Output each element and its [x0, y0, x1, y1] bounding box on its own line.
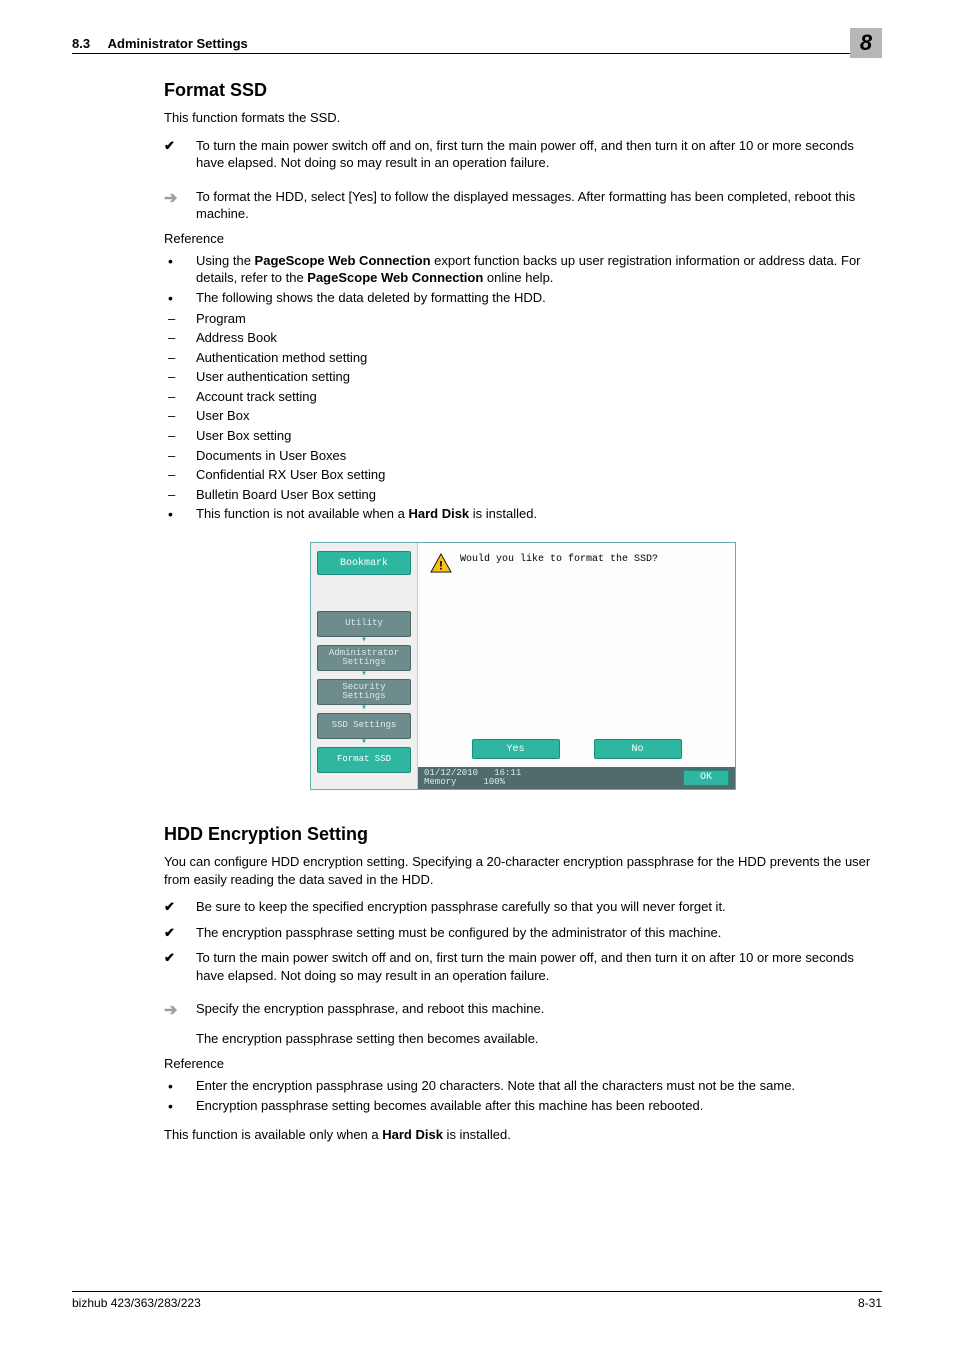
footer-page-number: 8-31 [858, 1296, 882, 1310]
s2-check1: Be sure to keep the specified encryption… [196, 898, 882, 916]
dash-icon [164, 466, 196, 484]
no-button[interactable]: No [594, 739, 682, 759]
arrow-icon [164, 188, 196, 223]
s2-after-arrow: The encryption passphrase setting then b… [196, 1030, 882, 1048]
page-footer: bizhub 423/363/283/223 8-31 [72, 1291, 882, 1310]
s1-check1: To turn the main power switch off and on… [196, 137, 882, 172]
intro-text-s2: You can configure HDD encryption setting… [164, 853, 882, 888]
ok-button[interactable]: OK [683, 770, 729, 786]
yes-button[interactable]: Yes [472, 739, 560, 759]
s1-arrow1: To format the HDD, select [Yes] to follo… [196, 188, 882, 223]
status-memory-label: Memory [424, 777, 456, 787]
bookmark-button[interactable]: Bookmark [317, 551, 411, 575]
s2-check2: The encryption passphrase setting must b… [196, 924, 882, 942]
chevron-down-icon: ▾ [317, 739, 411, 747]
s1-d1: Program [196, 310, 882, 328]
chevron-down-icon: ▾ [317, 671, 411, 679]
confirm-prompt: Would you like to format the SSD? [460, 553, 658, 565]
bullet-icon [164, 1097, 196, 1116]
arrow-icon [164, 1000, 196, 1022]
dash-icon [164, 407, 196, 425]
bullet-icon [164, 252, 196, 287]
check-icon [164, 949, 196, 984]
s1-ref1: Using the PageScope Web Connection expor… [196, 252, 882, 287]
crumb-ssd-settings[interactable]: SSD Settings [317, 713, 411, 739]
crumb-utility[interactable]: Utility [317, 611, 411, 637]
warning-icon: ! [430, 553, 452, 573]
s1-d8: Documents in User Boxes [196, 447, 882, 465]
check-icon [164, 898, 196, 916]
dash-icon [164, 349, 196, 367]
s2-arrow1: Specify the encryption passphrase, and r… [196, 1000, 882, 1022]
s2-ref2: Encryption passphrase setting becomes av… [196, 1097, 882, 1116]
status-memory-value: 100% [483, 777, 505, 787]
footer-model: bizhub 423/363/283/223 [72, 1296, 201, 1310]
heading-format-ssd: Format SSD [164, 80, 882, 101]
heading-hdd-encryption: HDD Encryption Setting [164, 824, 882, 845]
crumb-security-settings[interactable]: Security Settings [317, 679, 411, 705]
intro-text-s1: This function formats the SSD. [164, 109, 882, 127]
check-icon [164, 924, 196, 942]
dash-icon [164, 368, 196, 386]
s1-ref2: The following shows the data deleted by … [196, 289, 882, 308]
bullet-icon [164, 505, 196, 524]
s2-check3: To turn the main power switch off and on… [196, 949, 882, 984]
header-section-title: Administrator Settings [108, 36, 248, 51]
s1-d5: Account track setting [196, 388, 882, 406]
reference-label-s1: Reference [164, 231, 882, 246]
header-section-number: 8.3 [72, 36, 90, 51]
dash-icon [164, 427, 196, 445]
dash-icon [164, 486, 196, 504]
dash-icon [164, 310, 196, 328]
breadcrumb-sidebar: Bookmark Utility ▾ Administrator Setting… [311, 543, 417, 789]
chapter-badge: 8 [850, 28, 882, 58]
bullet-icon [164, 289, 196, 308]
chevron-down-icon: ▾ [317, 637, 411, 645]
s1-d4: User authentication setting [196, 368, 882, 386]
bullet-icon [164, 1077, 196, 1096]
reference-label-s2: Reference [164, 1056, 882, 1071]
chevron-down-icon: ▾ [317, 705, 411, 713]
page-header: 8.3 Administrator Settings [72, 36, 882, 54]
s2-ref1: Enter the encryption passphrase using 20… [196, 1077, 882, 1096]
s1-d10: Bulletin Board User Box setting [196, 486, 882, 504]
s1-d7: User Box setting [196, 427, 882, 445]
s2-closing: This function is available only when a H… [164, 1126, 882, 1144]
dash-icon [164, 329, 196, 347]
dash-icon [164, 447, 196, 465]
status-bar: 01/12/2010 16:11 Memory 100% OK [418, 767, 735, 789]
s1-d2: Address Book [196, 329, 882, 347]
ui-screenshot: Bookmark Utility ▾ Administrator Setting… [310, 542, 736, 790]
dash-icon [164, 388, 196, 406]
check-icon [164, 137, 196, 172]
s1-d6: User Box [196, 407, 882, 425]
svg-text:!: ! [439, 558, 443, 572]
s1-d9: Confidential RX User Box setting [196, 466, 882, 484]
crumb-format-ssd[interactable]: Format SSD [317, 747, 411, 773]
crumb-admin-settings[interactable]: Administrator Settings [317, 645, 411, 671]
s1-ref3: This function is not available when a Ha… [196, 505, 882, 524]
s1-d3: Authentication method setting [196, 349, 882, 367]
